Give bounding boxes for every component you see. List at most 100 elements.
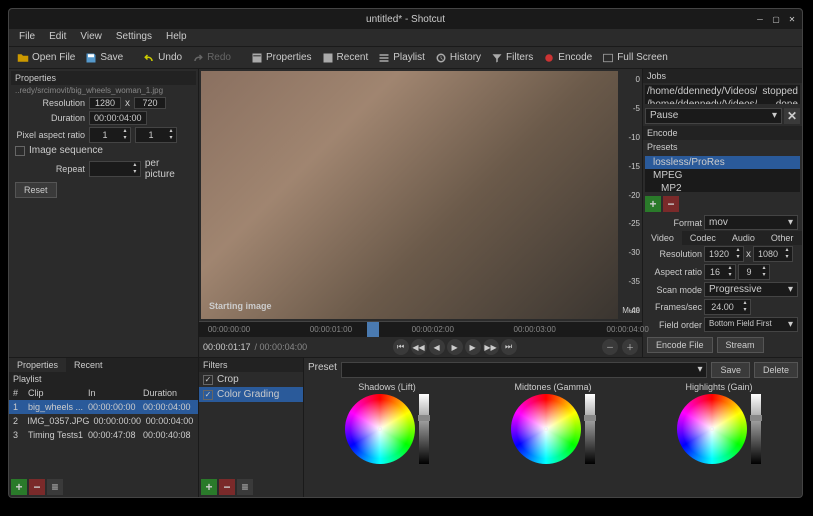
image-sequence-label: Image sequence: [29, 145, 103, 156]
playlist-menu-button[interactable]: ≡: [47, 479, 63, 495]
undo-icon: [143, 52, 155, 64]
minimize-button[interactable]: ─: [754, 13, 766, 25]
filter-remove-button[interactable]: −: [219, 479, 235, 495]
image-sequence-checkbox[interactable]: [15, 146, 25, 156]
pause-dropdown[interactable]: Pause▾: [645, 108, 782, 124]
play-button[interactable]: ▶: [447, 339, 463, 355]
midtones-wheel[interactable]: [511, 394, 581, 464]
scan-dropdown[interactable]: Progressive▾: [704, 282, 798, 297]
properties-button[interactable]: Properties: [247, 50, 316, 66]
menu-view[interactable]: View: [74, 29, 108, 46]
par-b-input[interactable]: ▴▾: [135, 127, 177, 143]
playlist-row[interactable]: 1big_wheels ...00:00:00:0000:00:04:00: [9, 400, 198, 414]
resolution-height-input[interactable]: [134, 97, 166, 109]
aspect-a-input[interactable]: ▴▾: [704, 264, 736, 280]
enc-height-input[interactable]: ▴▾: [753, 246, 793, 262]
maximize-button[interactable]: ▢: [770, 13, 782, 25]
tab-recent[interactable]: Recent: [66, 358, 111, 372]
encode-file-button[interactable]: Encode File: [647, 337, 713, 353]
resolution-width-input[interactable]: [89, 97, 121, 109]
field-dropdown[interactable]: Bottom Field First▾: [704, 317, 798, 332]
filter-menu-button[interactable]: ≡: [237, 479, 253, 495]
highlights-label: Highlights (Gain): [685, 382, 752, 392]
midtones-label: Midtones (Gamma): [514, 382, 591, 392]
mute-label[interactable]: Mute: [622, 306, 640, 315]
redo-button[interactable]: Redo: [188, 50, 235, 66]
par-a-input[interactable]: ▴▾: [89, 127, 131, 143]
tab-video[interactable]: Video: [643, 231, 682, 245]
repeat-input[interactable]: ▴▾: [89, 161, 141, 177]
forward-button[interactable]: ▶▶: [483, 339, 499, 355]
playlist-add-button[interactable]: +: [11, 479, 27, 495]
highlights-slider[interactable]: [751, 394, 761, 464]
filters-icon: [491, 52, 503, 64]
stream-button[interactable]: Stream: [717, 337, 764, 353]
resolution-label: Resolution: [15, 98, 85, 108]
save-button[interactable]: Save: [81, 50, 127, 66]
aspect-b-input[interactable]: ▴▾: [738, 264, 770, 280]
highlights-wheel[interactable]: [677, 394, 747, 464]
playlist-remove-button[interactable]: −: [29, 479, 45, 495]
preset-remove-button[interactable]: −: [663, 196, 679, 212]
tab-properties[interactable]: Properties: [9, 358, 66, 372]
preset-dropdown[interactable]: ▾: [341, 362, 708, 378]
open-file-button[interactable]: Open File: [13, 50, 79, 66]
skip-start-button[interactable]: ⏮: [393, 339, 409, 355]
filter-item-color-grading[interactable]: ✓ Color Grading: [199, 387, 303, 402]
preset-item[interactable]: MPEG: [645, 169, 800, 182]
filters-button[interactable]: Filters: [487, 50, 537, 66]
preset-item[interactable]: MP2: [645, 182, 800, 192]
reset-button[interactable]: Reset: [15, 182, 57, 198]
properties-panel: Properties ..redy/srcimovit/big_wheels_w…: [9, 69, 198, 201]
timeline-ruler[interactable]: 00:00:00:00 00:00:01:00 00:00:02:00 00:0…: [199, 321, 642, 337]
preset-add-button[interactable]: +: [645, 196, 661, 212]
preset-save-button[interactable]: Save: [711, 362, 750, 378]
enc-width-input[interactable]: ▴▾: [704, 246, 744, 262]
job-row[interactable]: /home/ddennedy/Videos/test.movstopped: [645, 85, 800, 98]
midtones-slider[interactable]: [585, 394, 595, 464]
prev-frame-button[interactable]: ◀: [429, 339, 445, 355]
jobs-header: Jobs: [643, 69, 802, 83]
job-row[interactable]: /home/ddennedy/Videos/test.movdone: [645, 98, 800, 104]
job-remove-button[interactable]: ✕: [784, 108, 800, 124]
skip-end-button[interactable]: ⏭: [501, 339, 517, 355]
zoom-in-button[interactable]: ＋: [622, 339, 638, 355]
preset-list[interactable]: lossless/ProRes MPEG MP2 MPEG-2 MPEG-4 M…: [645, 156, 800, 192]
playhead[interactable]: [367, 322, 379, 337]
fps-input[interactable]: ▴▾: [704, 299, 751, 315]
shadows-slider[interactable]: [419, 394, 429, 464]
close-button[interactable]: ✕: [786, 13, 798, 25]
next-frame-button[interactable]: ▶: [465, 339, 481, 355]
history-button[interactable]: History: [431, 50, 485, 66]
zoom-out-button[interactable]: －: [602, 339, 618, 355]
tab-other[interactable]: Other: [763, 231, 802, 245]
menu-file[interactable]: File: [13, 29, 41, 46]
undo-button[interactable]: Undo: [139, 50, 186, 66]
menu-help[interactable]: Help: [160, 29, 193, 46]
playlist-button[interactable]: Playlist: [374, 50, 429, 66]
preset-delete-button[interactable]: Delete: [754, 362, 798, 378]
shadows-wheel[interactable]: [345, 394, 415, 464]
menu-settings[interactable]: Settings: [110, 29, 158, 46]
filter-item-crop[interactable]: ✓ Crop: [199, 372, 303, 387]
fullscreen-icon: [602, 52, 614, 64]
format-dropdown[interactable]: mov▾: [704, 215, 798, 230]
rewind-button[interactable]: ◀◀: [411, 339, 427, 355]
filter-add-button[interactable]: +: [201, 479, 217, 495]
filter-checkbox[interactable]: ✓: [203, 390, 213, 400]
filter-checkbox[interactable]: ✓: [203, 375, 213, 385]
file-path: ..redy/srcimovit/big_wheels_woman_1.jpg: [15, 86, 192, 95]
preset-item[interactable]: lossless/ProRes: [645, 156, 800, 169]
menu-edit[interactable]: Edit: [43, 29, 72, 46]
recent-button[interactable]: Recent: [318, 50, 373, 66]
playlist-row[interactable]: 3Timing Tests100:00:47:0800:00:40:08: [9, 428, 198, 442]
playlist-row[interactable]: 2IMG_0357.JPG00:00:00:0000:00:04:00: [9, 414, 198, 428]
duration-input[interactable]: 00:00:04:00: [89, 111, 147, 125]
preview-area[interactable]: Starting image 0-5-10-15-20-25-30-35-40 …: [201, 71, 618, 319]
tab-audio[interactable]: Audio: [724, 231, 763, 245]
folder-icon: [17, 52, 29, 64]
current-timecode[interactable]: 00:00:01:17: [203, 342, 251, 352]
encode-button[interactable]: Encode: [539, 50, 596, 66]
tab-codec[interactable]: Codec: [682, 231, 724, 245]
fullscreen-button[interactable]: Full Screen: [598, 50, 672, 66]
